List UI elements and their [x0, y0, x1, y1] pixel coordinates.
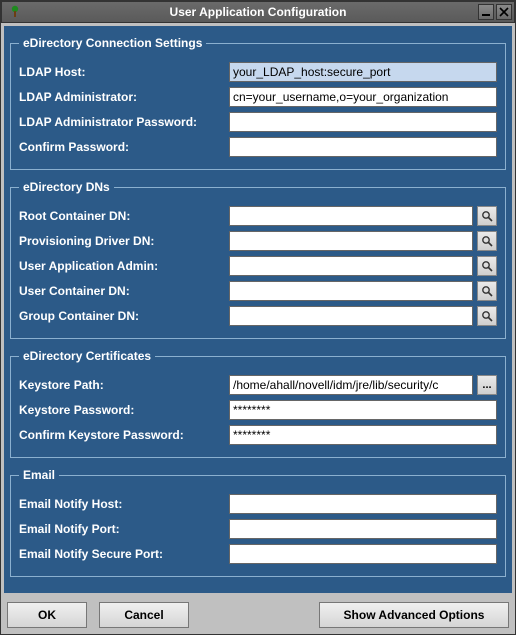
keystore-path-input[interactable] — [229, 375, 473, 395]
row-ldap-admin-pw: LDAP Administrator Password: — [19, 111, 497, 133]
close-button[interactable] — [496, 4, 512, 20]
prov-driver-browse-button[interactable] — [477, 231, 497, 251]
window-buttons — [478, 4, 512, 20]
group-certs-legend: eDirectory Certificates — [19, 349, 155, 363]
ldap-admin-pw-label: LDAP Administrator Password: — [19, 115, 229, 129]
search-icon — [481, 235, 493, 247]
ellipsis-icon: ... — [482, 379, 491, 391]
group-container-browse-button[interactable] — [477, 306, 497, 326]
row-ldap-host: LDAP Host: — [19, 61, 497, 83]
ldap-admin-input[interactable] — [229, 87, 497, 107]
email-port-input[interactable] — [229, 519, 497, 539]
search-icon — [481, 260, 493, 272]
group-dns-legend: eDirectory DNs — [19, 180, 114, 194]
row-ldap-admin: LDAP Administrator: — [19, 86, 497, 108]
group-email-legend: Email — [19, 468, 59, 482]
group-connection: eDirectory Connection Settings LDAP Host… — [10, 36, 506, 170]
search-icon — [481, 310, 493, 322]
search-icon — [481, 285, 493, 297]
user-container-label: User Container DN: — [19, 284, 229, 298]
row-user-app-admin: User Application Admin: — [19, 255, 497, 277]
row-confirm-pw: Confirm Password: — [19, 136, 497, 158]
email-port-label: Email Notify Port: — [19, 522, 229, 536]
ok-button[interactable]: OK — [7, 602, 87, 628]
group-dns: eDirectory DNs Root Container DN: Provis… — [10, 180, 506, 339]
user-app-admin-browse-button[interactable] — [477, 256, 497, 276]
group-email: Email Email Notify Host: Email Notify Po… — [10, 468, 506, 577]
row-prov-driver: Provisioning Driver DN: — [19, 230, 497, 252]
email-host-label: Email Notify Host: — [19, 497, 229, 511]
user-container-input[interactable] — [229, 281, 473, 301]
confirm-pw-label: Confirm Password: — [19, 140, 229, 154]
button-bar: OK Cancel Show Advanced Options — [1, 596, 515, 634]
window-title: User Application Configuration — [170, 5, 347, 19]
titlebar: User Application Configuration — [1, 1, 515, 23]
content-area: eDirectory Connection Settings LDAP Host… — [4, 26, 512, 593]
cancel-button[interactable]: Cancel — [99, 602, 189, 628]
ldap-host-input[interactable] — [229, 62, 497, 82]
row-keystore-path: Keystore Path: ... — [19, 374, 497, 396]
confirm-keystore-pw-label: Confirm Keystore Password: — [19, 428, 229, 442]
group-connection-legend: eDirectory Connection Settings — [19, 36, 206, 50]
row-confirm-keystore-pw: Confirm Keystore Password: — [19, 424, 497, 446]
window-frame: User Application Configuration eDirector… — [0, 0, 516, 635]
root-container-input[interactable] — [229, 206, 473, 226]
prov-driver-input[interactable] — [229, 231, 473, 251]
email-host-input[interactable] — [229, 494, 497, 514]
root-container-label: Root Container DN: — [19, 209, 229, 223]
user-container-browse-button[interactable] — [477, 281, 497, 301]
row-email-secure-port: Email Notify Secure Port: — [19, 543, 497, 565]
keystore-path-label: Keystore Path: — [19, 378, 229, 392]
ldap-host-label: LDAP Host: — [19, 65, 229, 79]
row-user-container: User Container DN: — [19, 280, 497, 302]
keystore-path-browse-button[interactable]: ... — [477, 375, 497, 395]
row-group-container: Group Container DN: — [19, 305, 497, 327]
user-app-admin-label: User Application Admin: — [19, 259, 229, 273]
row-email-port: Email Notify Port: — [19, 518, 497, 540]
prov-driver-label: Provisioning Driver DN: — [19, 234, 229, 248]
keystore-pw-input[interactable] — [229, 400, 497, 420]
email-secure-port-input[interactable] — [229, 544, 497, 564]
row-email-host: Email Notify Host: — [19, 493, 497, 515]
user-app-admin-input[interactable] — [229, 256, 473, 276]
keystore-pw-label: Keystore Password: — [19, 403, 229, 417]
tree-icon — [6, 4, 24, 22]
group-container-input[interactable] — [229, 306, 473, 326]
root-container-browse-button[interactable] — [477, 206, 497, 226]
confirm-keystore-pw-input[interactable] — [229, 425, 497, 445]
show-advanced-button[interactable]: Show Advanced Options — [319, 602, 509, 628]
email-secure-port-label: Email Notify Secure Port: — [19, 547, 229, 561]
search-icon — [481, 210, 493, 222]
row-root-container: Root Container DN: — [19, 205, 497, 227]
row-keystore-pw: Keystore Password: — [19, 399, 497, 421]
confirm-pw-input[interactable] — [229, 137, 497, 157]
ldap-admin-pw-input[interactable] — [229, 112, 497, 132]
minimize-button[interactable] — [478, 4, 494, 20]
group-certs: eDirectory Certificates Keystore Path: .… — [10, 349, 506, 458]
group-container-label: Group Container DN: — [19, 309, 229, 323]
ldap-admin-label: LDAP Administrator: — [19, 90, 229, 104]
